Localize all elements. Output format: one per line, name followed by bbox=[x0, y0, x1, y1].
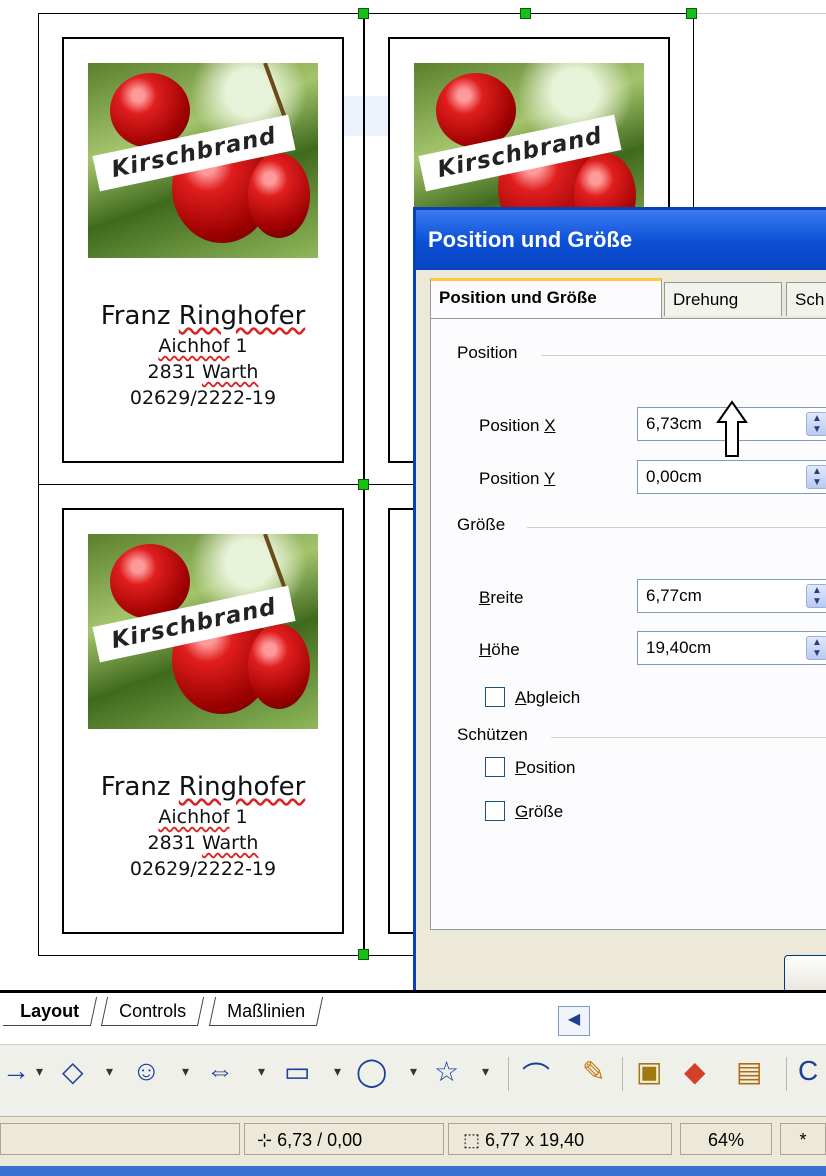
toolbar-separator bbox=[508, 1057, 509, 1091]
status-zoom[interactable]: 64% bbox=[680, 1123, 772, 1155]
tab-position-size[interactable]: Position und Größe bbox=[430, 278, 662, 318]
label-card[interactable]: Kirschbrand Franz Ringhofer Aichhof 1 28… bbox=[62, 37, 344, 463]
stars-icon[interactable]: ☆ bbox=[434, 1055, 459, 1088]
selection-handle[interactable] bbox=[686, 8, 697, 19]
height-field[interactable]: 19,40cm ▲ ▼ bbox=[637, 631, 826, 665]
selection-handle[interactable] bbox=[520, 8, 531, 19]
position-y-field[interactable]: 0,00cm ▲ ▼ bbox=[637, 460, 826, 494]
ok-button[interactable] bbox=[784, 955, 826, 993]
selection-handle[interactable] bbox=[358, 479, 369, 490]
spin-updown-icon[interactable]: ▲ ▼ bbox=[806, 465, 826, 489]
position-icon: ⊹ bbox=[257, 1130, 273, 1150]
size-group-label: Größe bbox=[457, 515, 506, 534]
tab-panel: Position Position X 6,73cm ▲ ▼ Position Y… bbox=[430, 318, 826, 930]
status-modified: * bbox=[780, 1123, 826, 1155]
insert-gallery-icon[interactable]: ▤ bbox=[736, 1055, 762, 1088]
basic-shapes-icon[interactable]: ◇ bbox=[62, 1055, 84, 1088]
width-field[interactable]: 6,77cm ▲ ▼ bbox=[637, 579, 826, 613]
arrow-line-icon[interactable]: → bbox=[2, 1055, 30, 1087]
tab-slant[interactable]: Sch bbox=[786, 282, 826, 316]
drawing-toolbar: → ▾ ◇ ▾ ☺ ▾ ⇔ ▾ ▭ ▾ ◯ ▾ ☆ ▾ ⌒ ✎ ▣ ◆ ▤ C bbox=[0, 1044, 826, 1117]
tab-layout[interactable]: Layout bbox=[2, 997, 98, 1026]
dropdown-arrow-icon[interactable]: ▾ bbox=[106, 1063, 113, 1080]
group-divider bbox=[551, 737, 826, 738]
dropdown-arrow-icon[interactable]: ▾ bbox=[258, 1063, 265, 1080]
symbol-shapes-icon[interactable]: ☺ bbox=[132, 1055, 161, 1087]
tab-controls[interactable]: Controls bbox=[100, 997, 205, 1026]
position-y-label: Position Y bbox=[479, 469, 556, 488]
extrusion-icon[interactable]: C bbox=[798, 1055, 818, 1087]
dropdown-arrow-icon[interactable]: ▾ bbox=[410, 1063, 417, 1080]
address-block: Franz Ringhofer Aichhof 1 2831 Warth 026… bbox=[100, 301, 306, 409]
cursor-arrow-icon bbox=[716, 400, 748, 457]
selection-handle[interactable] bbox=[358, 8, 369, 19]
flowchart-icon[interactable]: ▭ bbox=[284, 1055, 310, 1088]
width-label: Breite bbox=[479, 588, 524, 607]
block-arrows-icon[interactable]: ⇔ bbox=[206, 1055, 234, 1087]
status-size: ⬚ 6,77 x 19,40 bbox=[448, 1123, 672, 1155]
selection-handle[interactable] bbox=[358, 949, 369, 960]
page-border-line bbox=[691, 13, 826, 14]
toolbar-separator bbox=[622, 1057, 623, 1091]
protect-position-checkbox[interactable] bbox=[485, 757, 505, 777]
points-icon[interactable]: ⌒ bbox=[522, 1055, 550, 1095]
fontwork-icon[interactable]: ▣ bbox=[636, 1055, 662, 1088]
tab-rotation[interactable]: Drehung bbox=[664, 282, 782, 316]
insert-image-icon[interactable]: ◆ bbox=[684, 1055, 706, 1088]
group-divider bbox=[541, 355, 826, 356]
position-x-label: Position X bbox=[479, 416, 556, 435]
dialog-title: Position und Größe bbox=[416, 210, 826, 270]
height-label: Höhe bbox=[479, 640, 520, 659]
group-divider bbox=[527, 527, 826, 528]
dropdown-arrow-icon[interactable]: ▾ bbox=[182, 1063, 189, 1080]
status-bar: ⊹ 6,73 / 0,00 ⬚ 6,77 x 19,40 64% * bbox=[0, 1116, 826, 1171]
size-icon: ⬚ bbox=[463, 1130, 481, 1150]
keep-ratio-checkbox[interactable] bbox=[485, 687, 505, 707]
protect-size-label: Größe bbox=[515, 802, 564, 821]
callouts-icon[interactable]: ◯ bbox=[356, 1055, 387, 1088]
dialog-tabs: Position und Größe Drehung Sch bbox=[430, 278, 826, 320]
spin-updown-icon[interactable]: ▲ ▼ bbox=[806, 636, 826, 660]
taskbar-edge bbox=[0, 1166, 826, 1176]
scroll-left-icon[interactable]: ◀ bbox=[558, 1006, 590, 1036]
cherry-photo: Kirschbrand bbox=[88, 63, 318, 258]
glue-points-icon[interactable]: ✎ bbox=[582, 1055, 605, 1088]
tab-masslinien[interactable]: Maßlinien bbox=[208, 997, 324, 1026]
protect-position-label: Position bbox=[515, 758, 576, 777]
keep-ratio-label: Abgleich bbox=[515, 688, 581, 707]
status-position: ⊹ 6,73 / 0,00 bbox=[244, 1123, 444, 1155]
spin-updown-icon[interactable]: ▲ ▼ bbox=[806, 412, 826, 436]
dropdown-arrow-icon[interactable]: ▾ bbox=[334, 1063, 341, 1080]
label-card[interactable]: Kirschbrand Franz Ringhofer Aichhof 1 28… bbox=[62, 508, 344, 934]
spin-updown-icon[interactable]: ▲ ▼ bbox=[806, 584, 826, 608]
dropdown-arrow-icon[interactable]: ▾ bbox=[482, 1063, 489, 1080]
position-group-label: Position bbox=[457, 343, 518, 362]
protect-size-checkbox[interactable] bbox=[485, 801, 505, 821]
protect-group-label: Schützen bbox=[457, 725, 528, 744]
layer-tab-bar: Layout Controls Maßlinien bbox=[0, 990, 826, 1047]
position-size-dialog: Position und Größe Position und Größe Dr… bbox=[413, 207, 826, 1000]
status-cell-empty bbox=[0, 1123, 240, 1155]
dropdown-arrow-icon[interactable]: ▾ bbox=[36, 1063, 43, 1080]
address-block: Franz Ringhofer Aichhof 1 2831 Warth 026… bbox=[100, 772, 306, 880]
toolbar-separator bbox=[786, 1057, 787, 1091]
cherry-photo: Kirschbrand bbox=[88, 534, 318, 729]
